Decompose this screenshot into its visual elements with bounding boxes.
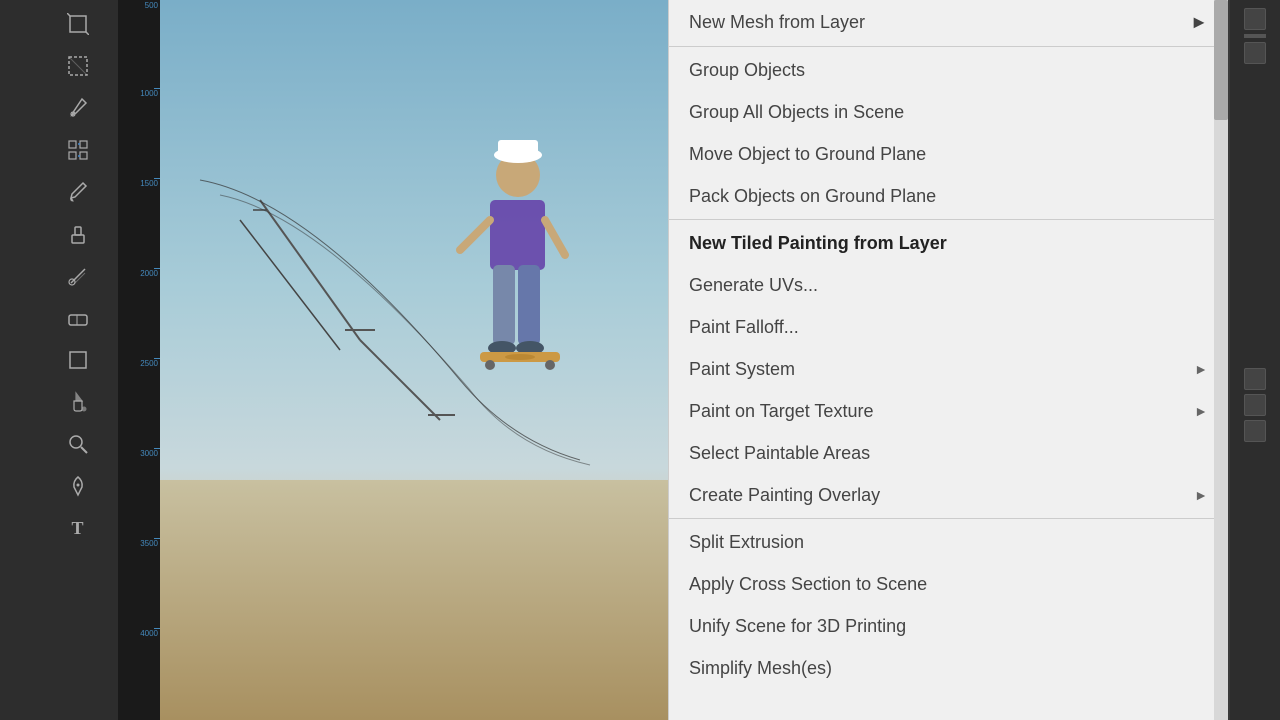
separator-0 bbox=[669, 46, 1228, 47]
separator-2 bbox=[669, 518, 1228, 519]
fill-tool[interactable] bbox=[58, 382, 98, 422]
menu-item-paint-system[interactable]: Paint System ► bbox=[669, 348, 1228, 390]
stamp-tool[interactable] bbox=[58, 214, 98, 254]
menu-label-paint-on-target: Paint on Target Texture bbox=[689, 401, 873, 422]
menu-label-unify-scene: Unify Scene for 3D Printing bbox=[689, 616, 906, 637]
menu-label-paint-falloff: Paint Falloff... bbox=[689, 317, 799, 338]
menu-item-new-mesh-from-layer[interactable]: New Mesh from Layer ► bbox=[669, 0, 1228, 44]
pen-tool[interactable] bbox=[58, 466, 98, 506]
menu-label-pack-objects: Pack Objects on Ground Plane bbox=[689, 186, 936, 207]
menu-item-simplify-meshes[interactable]: Simplify Mesh(es) bbox=[669, 647, 1228, 689]
separator-1 bbox=[669, 219, 1228, 220]
menu-label-group-objects: Group Objects bbox=[689, 60, 805, 81]
arrow-icon-new-mesh: ► bbox=[1190, 12, 1208, 33]
menu-item-split-extrusion[interactable]: Split Extrusion bbox=[669, 521, 1228, 563]
menu-label-simplify-meshes: Simplify Mesh(es) bbox=[689, 658, 832, 679]
menu-item-pack-objects[interactable]: Pack Objects on Ground Plane bbox=[669, 175, 1228, 217]
right-tool-1[interactable] bbox=[1244, 8, 1266, 30]
menu-item-select-paintable[interactable]: Select Paintable Areas bbox=[669, 432, 1228, 474]
menu-item-generate-uvs[interactable]: Generate UVs... bbox=[669, 264, 1228, 306]
menu-label-new-tiled-painting: New Tiled Painting from Layer bbox=[689, 233, 947, 254]
menu-label-generate-uvs: Generate UVs... bbox=[689, 275, 818, 296]
eraser-tool[interactable] bbox=[58, 298, 98, 338]
brush-tool[interactable] bbox=[58, 172, 98, 212]
menu-scrollbar[interactable] bbox=[1214, 0, 1228, 720]
menu-item-group-objects[interactable]: Group Objects bbox=[669, 49, 1228, 91]
menu-label-new-mesh: New Mesh from Layer bbox=[689, 12, 865, 33]
crop-tool[interactable] bbox=[58, 4, 98, 44]
menu-label-create-overlay: Create Painting Overlay bbox=[689, 485, 880, 506]
zoom-tool[interactable] bbox=[58, 424, 98, 464]
rect-fill-tool[interactable] bbox=[58, 340, 98, 380]
right-tool-5[interactable] bbox=[1244, 420, 1266, 442]
arrow-icon-paint-system: ► bbox=[1194, 361, 1208, 377]
menu-item-apply-cross-section[interactable]: Apply Cross Section to Scene bbox=[669, 563, 1228, 605]
menu-label-split-extrusion: Split Extrusion bbox=[689, 532, 804, 553]
right-tool-2[interactable] bbox=[1244, 42, 1266, 64]
text-tool[interactable]: T bbox=[58, 508, 98, 548]
text-tool-label: T bbox=[71, 518, 83, 539]
scrollbar-thumb[interactable] bbox=[1214, 0, 1228, 120]
eyedropper-tool[interactable] bbox=[58, 88, 98, 128]
right-divider-1 bbox=[1244, 34, 1266, 38]
canvas-area bbox=[160, 0, 670, 720]
menu-label-select-paintable: Select Paintable Areas bbox=[689, 443, 870, 464]
right-panel bbox=[1230, 0, 1280, 720]
menu-item-create-painting-overlay[interactable]: Create Painting Overlay ► bbox=[669, 474, 1228, 516]
right-tool-4[interactable] bbox=[1244, 394, 1266, 416]
menu-item-paint-falloff[interactable]: Paint Falloff... bbox=[669, 306, 1228, 348]
menu-item-paint-on-target[interactable]: Paint on Target Texture ► bbox=[669, 390, 1228, 432]
ruler-vertical: 500 1000 1500 2000 2500 3000 3500 4000 bbox=[118, 0, 160, 720]
grid-tool[interactable] bbox=[58, 130, 98, 170]
menu-item-group-all-objects[interactable]: Group All Objects in Scene bbox=[669, 91, 1228, 133]
smudge-tool[interactable] bbox=[58, 256, 98, 296]
menu-item-move-object-ground[interactable]: Move Object to Ground Plane bbox=[669, 133, 1228, 175]
photo-background bbox=[160, 0, 670, 720]
context-menu: New Mesh from Layer ► Group Objects Grou… bbox=[668, 0, 1228, 720]
menu-item-new-tiled-painting[interactable]: New Tiled Painting from Layer bbox=[669, 222, 1228, 264]
arrow-icon-create-overlay: ► bbox=[1194, 487, 1208, 503]
menu-label-group-all: Group All Objects in Scene bbox=[689, 102, 904, 123]
right-tool-3[interactable] bbox=[1244, 368, 1266, 390]
transform-tool[interactable] bbox=[58, 46, 98, 86]
menu-label-move-ground: Move Object to Ground Plane bbox=[689, 144, 926, 165]
menu-label-apply-cross-section: Apply Cross Section to Scene bbox=[689, 574, 927, 595]
arrow-icon-paint-target: ► bbox=[1194, 403, 1208, 419]
menu-label-paint-system: Paint System bbox=[689, 359, 795, 380]
menu-item-unify-scene-3d[interactable]: Unify Scene for 3D Printing bbox=[669, 605, 1228, 647]
